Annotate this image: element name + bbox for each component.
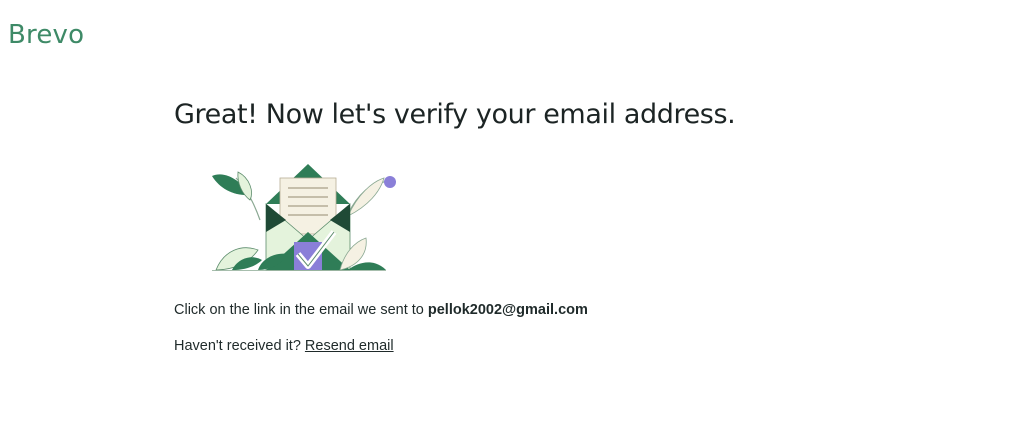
email-address: pellok2002@gmail.com — [427, 302, 588, 318]
page-title: Great! Now let's verify your email addre… — [174, 99, 736, 130]
email-sent-message: Click on the link in the email we sent t… — [174, 302, 588, 318]
instruction-text: Click on the link in the email we sent t… — [174, 302, 424, 318]
envelope-with-checkmark-illustration — [212, 164, 396, 271]
resend-email-link[interactable]: Resend email — [305, 338, 394, 354]
resend-row: Haven't received it? Resend email — [174, 338, 394, 354]
not-received-text: Haven't received it? — [174, 338, 301, 354]
brevo-logo[interactable]: Brevo — [8, 20, 84, 50]
